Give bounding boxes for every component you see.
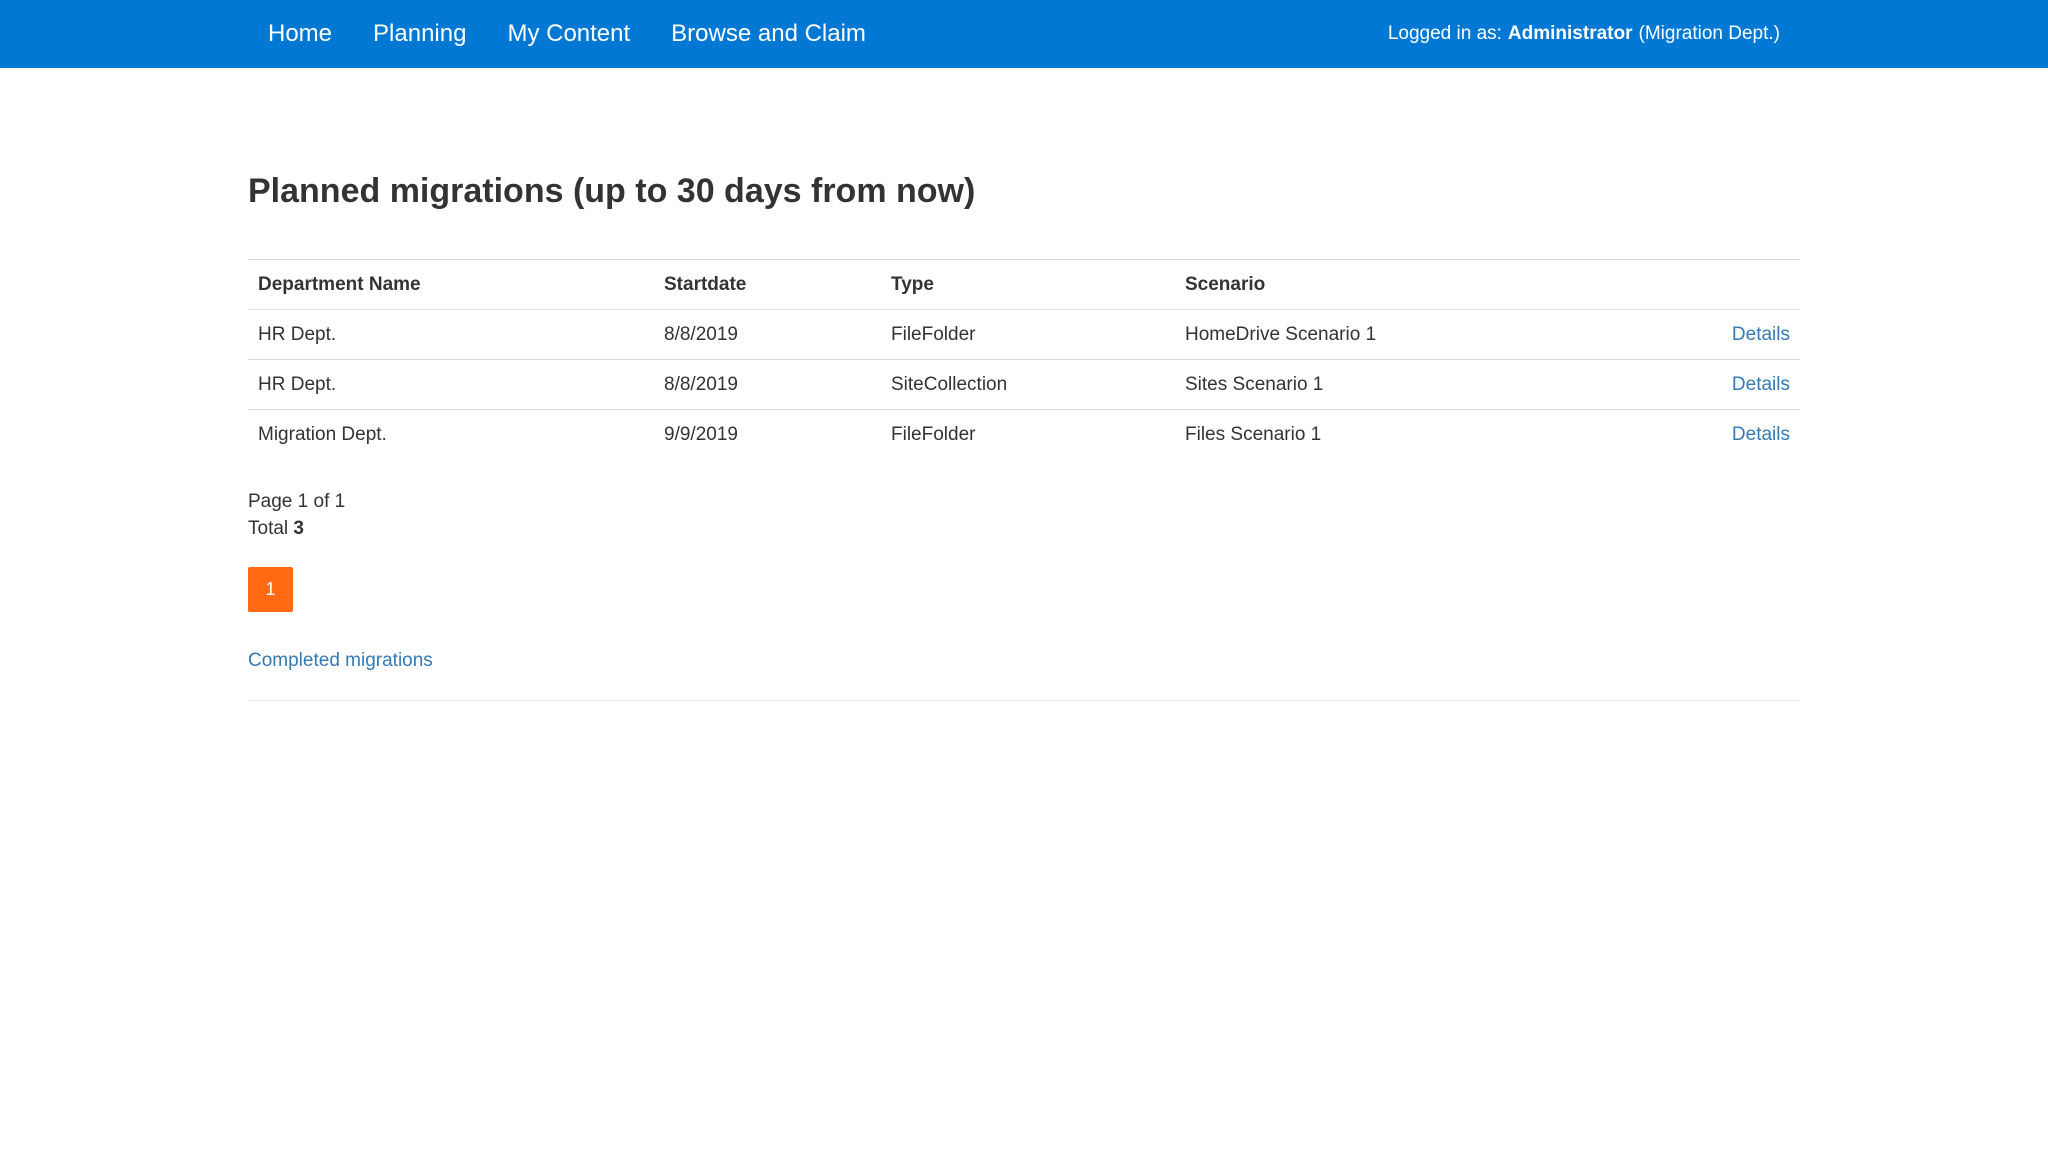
details-link[interactable]: Details: [1732, 374, 1790, 395]
main-nav: Home Planning My Content Browse and Clai…: [268, 0, 907, 68]
table-header-row: Department Name Startdate Type Scenario: [248, 259, 1800, 310]
total-label: Total: [248, 518, 289, 539]
cell-type: FileFolder: [891, 423, 976, 445]
table-row: HR Dept. 8/8/2019 SiteCollection Sites S…: [248, 359, 1800, 410]
cell-department: Migration Dept.: [258, 423, 387, 445]
planned-migrations-table: Department Name Startdate Type Scenario …: [248, 259, 1800, 459]
top-navbar: Home Planning My Content Browse and Clai…: [0, 0, 2048, 68]
total-line: Total 3: [248, 515, 345, 542]
details-link[interactable]: Details: [1732, 324, 1790, 345]
cell-department: HR Dept.: [248, 309, 654, 360]
pager-info: Page 1 of 1 Total 3: [248, 488, 345, 542]
table-row: Migration Dept. 9/9/2019 FileFolder File…: [248, 410, 1800, 460]
column-header-startdate: Startdate: [654, 259, 881, 310]
cell-scenario: HomeDrive Scenario 1: [1175, 309, 1660, 360]
cell-action: Details: [1660, 309, 1800, 360]
user-name: Administrator: [1507, 23, 1633, 44]
cell-type: SiteCollection: [881, 359, 1175, 410]
column-header-type: Type: [881, 259, 1175, 310]
cell-action: Details: [1660, 359, 1800, 410]
cell-startdate: 8/8/2019: [654, 309, 881, 360]
nav-browse-and-claim-link[interactable]: Browse and Claim: [671, 20, 866, 48]
column-header-department: Department Name: [248, 259, 654, 310]
total-count: 3: [293, 518, 304, 539]
user-department: (Migration Dept.): [1638, 23, 1781, 44]
page-info-text: Page 1 of 1: [248, 491, 346, 512]
nav-planning-link[interactable]: Planning: [373, 20, 466, 48]
cell-startdate: 8/8/2019: [654, 359, 881, 410]
cell-department: HR Dept.: [248, 359, 654, 410]
nav-home-link[interactable]: Home: [268, 20, 332, 48]
logged-in-user: Logged in as: Administrator (Migration D…: [1388, 0, 1780, 68]
cell-startdate: 9/9/2019: [664, 423, 738, 445]
column-header-scenario: Scenario: [1175, 259, 1660, 310]
cell-action: Details: [1660, 410, 1800, 460]
logged-in-prefix: Logged in as:: [1387, 23, 1502, 44]
details-link[interactable]: Details: [1732, 424, 1790, 445]
column-header-actions: [1660, 259, 1800, 310]
completed-migrations-link[interactable]: Completed migrations: [248, 650, 433, 672]
table-row: HR Dept. 8/8/2019 FileFolder HomeDrive S…: [248, 309, 1800, 360]
cell-scenario: Files Scenario 1: [1185, 423, 1322, 445]
divider: [248, 700, 1800, 701]
page-title: Planned migrations (up to 30 days from n…: [248, 172, 976, 210]
cell-scenario: Sites Scenario 1: [1175, 359, 1660, 410]
cell-type: FileFolder: [881, 309, 1175, 360]
nav-my-content-link[interactable]: My Content: [507, 20, 630, 48]
page-1-button[interactable]: 1: [248, 567, 293, 612]
